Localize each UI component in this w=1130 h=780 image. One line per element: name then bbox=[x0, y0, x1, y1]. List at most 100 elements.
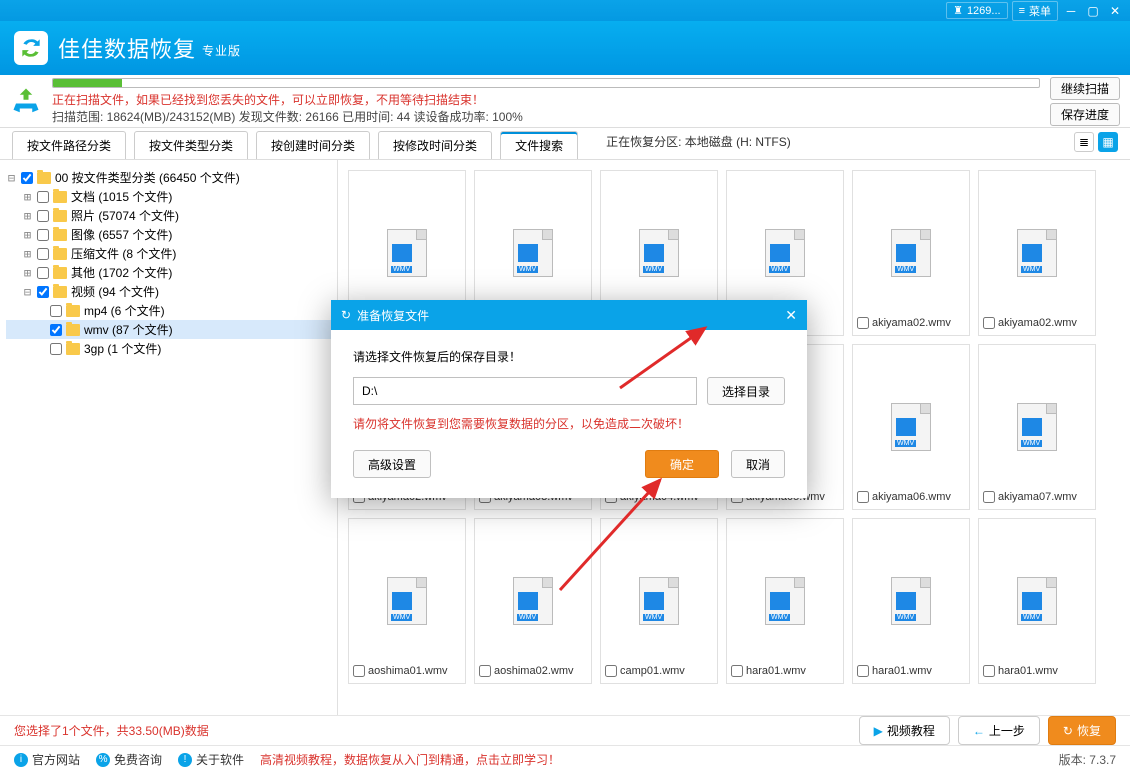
file-name-row: camp01.wmv bbox=[605, 665, 713, 677]
wmv-file-icon: WMV bbox=[891, 577, 931, 625]
dialog-ok-button[interactable]: 确定 bbox=[645, 450, 719, 478]
tree-root-label: 00 按文件类型分类 (66450 个文件) bbox=[55, 169, 240, 186]
user-icon: ♜ bbox=[953, 4, 963, 17]
file-name-row: akiyama06.wmv bbox=[857, 491, 965, 503]
free-consult-link[interactable]: %免费咨询 bbox=[96, 751, 162, 768]
official-site-link[interactable]: i官方网站 bbox=[14, 751, 80, 768]
wmv-file-icon: WMV bbox=[891, 229, 931, 277]
app-title: 佳佳数据恢复专业版 bbox=[58, 32, 241, 64]
file-name-label: hara01.wmv bbox=[998, 665, 1058, 677]
scan-progress-panel: 正在扫描文件，如果已经找到您丢失的文件，可以立即恢复，不用等待扫描结束！ 扫描范… bbox=[0, 75, 1130, 128]
chat-icon: % bbox=[96, 753, 110, 767]
recover-button[interactable]: ↻恢复 bbox=[1048, 716, 1116, 745]
file-name-label: akiyama07.wmv bbox=[998, 491, 1077, 503]
file-cell[interactable]: WMV akiyama02.wmv bbox=[978, 170, 1096, 336]
tab-file-search[interactable]: 文件搜索 bbox=[500, 131, 578, 159]
file-name-label: hara01.wmv bbox=[872, 665, 932, 677]
play-icon: ▶ bbox=[874, 724, 883, 738]
account-button[interactable]: ♜1269... bbox=[946, 2, 1008, 19]
wmv-file-icon: WMV bbox=[1017, 577, 1057, 625]
choose-dir-button[interactable]: 选择目录 bbox=[707, 377, 785, 405]
file-checkbox[interactable] bbox=[731, 665, 743, 677]
tab-by-path[interactable]: 按文件路径分类 bbox=[12, 131, 126, 159]
file-name-label: aoshima01.wmv bbox=[368, 665, 447, 677]
file-name-row: akiyama02.wmv bbox=[857, 317, 965, 329]
file-cell[interactable]: WMV hara01.wmv bbox=[852, 518, 970, 684]
wmv-file-icon: WMV bbox=[387, 577, 427, 625]
wmv-file-icon: WMV bbox=[639, 577, 679, 625]
prev-step-button[interactable]: ←上一步 bbox=[958, 716, 1040, 745]
tab-by-create-time[interactable]: 按创建时间分类 bbox=[256, 131, 370, 159]
file-checkbox[interactable] bbox=[983, 317, 995, 329]
file-cell[interactable]: WMV hara01.wmv bbox=[978, 518, 1096, 684]
wmv-file-icon: WMV bbox=[1017, 403, 1057, 451]
list-view-button[interactable]: ≣ bbox=[1074, 132, 1094, 152]
file-tree[interactable]: ⊟00 按文件类型分类 (66450 个文件) ⊞文档 (1015 个文件) ⊞… bbox=[0, 160, 338, 715]
tree-checkbox[interactable] bbox=[21, 172, 33, 184]
arrow-left-icon: ← bbox=[973, 724, 985, 738]
grid-view-button[interactable]: ▦ bbox=[1098, 132, 1118, 152]
file-checkbox[interactable] bbox=[479, 665, 491, 677]
tab-by-type[interactable]: 按文件类型分类 bbox=[134, 131, 248, 159]
scan-status-text: 正在扫描文件，如果已经找到您丢失的文件，可以立即恢复，不用等待扫描结束！ bbox=[52, 91, 1040, 108]
menu-button[interactable]: ≡菜单 bbox=[1012, 1, 1058, 21]
file-cell[interactable]: WMV akiyama07.wmv bbox=[978, 344, 1096, 510]
minimize-icon[interactable]: ─ bbox=[1062, 4, 1080, 18]
wmv-file-icon: WMV bbox=[513, 577, 553, 625]
advanced-settings-button[interactable]: 高级设置 bbox=[353, 450, 431, 478]
wmv-file-icon: WMV bbox=[639, 229, 679, 277]
file-checkbox[interactable] bbox=[857, 665, 869, 677]
file-cell[interactable]: WMV aoshima01.wmv bbox=[348, 518, 466, 684]
about-link[interactable]: !关于软件 bbox=[178, 751, 244, 768]
recover-dialog: ↻ 准备恢复文件 ✕ 请选择文件恢复后的保存目录！ 选择目录 请勿将文件恢复到您… bbox=[331, 300, 807, 498]
file-checkbox[interactable] bbox=[353, 665, 365, 677]
file-name-label: akiyama02.wmv bbox=[872, 317, 951, 329]
file-checkbox[interactable] bbox=[857, 317, 869, 329]
file-checkbox[interactable] bbox=[857, 491, 869, 503]
version-label: 版本: 7.3.7 bbox=[1059, 751, 1116, 768]
wmv-file-icon: WMV bbox=[765, 577, 805, 625]
save-progress-button[interactable]: 保存进度 bbox=[1050, 103, 1120, 126]
tab-by-modify-time[interactable]: 按修改时间分类 bbox=[378, 131, 492, 159]
save-path-input[interactable] bbox=[353, 377, 697, 405]
dialog-header: ↻ 准备恢复文件 ✕ bbox=[331, 300, 807, 330]
file-name-row: hara01.wmv bbox=[983, 665, 1091, 677]
progress-bar bbox=[52, 78, 1040, 88]
wmv-file-icon: WMV bbox=[765, 229, 805, 277]
footer-bar: i官方网站 %免费咨询 !关于软件 高清视频教程，数据恢复从入门到精通，点击立即… bbox=[0, 745, 1130, 773]
file-name-label: aoshima02.wmv bbox=[494, 665, 573, 677]
dialog-cancel-button[interactable]: 取消 bbox=[731, 450, 785, 478]
file-cell[interactable]: WMV camp01.wmv bbox=[600, 518, 718, 684]
menu-icon: ≡ bbox=[1019, 5, 1025, 17]
dialog-subtitle: 请选择文件恢复后的保存目录！ bbox=[353, 348, 785, 365]
wmv-file-icon: WMV bbox=[891, 403, 931, 451]
file-name-label: akiyama06.wmv bbox=[872, 491, 951, 503]
app-header: 佳佳数据恢复专业版 bbox=[0, 21, 1130, 75]
partition-label: 正在恢复分区: 本地磁盘 (H: NTFS) bbox=[606, 133, 791, 154]
dialog-close-icon[interactable]: ✕ bbox=[785, 307, 797, 324]
file-cell[interactable]: WMV aoshima02.wmv bbox=[474, 518, 592, 684]
file-name-row: aoshima01.wmv bbox=[353, 665, 461, 677]
file-checkbox[interactable] bbox=[983, 491, 995, 503]
file-checkbox[interactable] bbox=[605, 665, 617, 677]
file-name-label: akiyama02.wmv bbox=[998, 317, 1077, 329]
window-titlebar: ♜1269... ≡菜单 ─ ▢ ✕ bbox=[0, 0, 1130, 21]
expand-icon[interactable]: ⊟ bbox=[6, 171, 17, 185]
recycle-icon bbox=[10, 85, 42, 117]
file-cell[interactable]: WMVhara01.wmv bbox=[726, 518, 844, 684]
file-name-row: akiyama07.wmv bbox=[983, 491, 1091, 503]
file-cell[interactable]: WMV akiyama02.wmv bbox=[852, 170, 970, 336]
globe-icon: i bbox=[14, 753, 28, 767]
footer-promo[interactable]: 高清视频教程，数据恢复从入门到精通，点击立即学习！ bbox=[260, 751, 560, 768]
tab-bar: 按文件路径分类 按文件类型分类 按创建时间分类 按修改时间分类 文件搜索 正在恢… bbox=[0, 128, 1130, 160]
file-cell[interactable]: WMV akiyama06.wmv bbox=[852, 344, 970, 510]
continue-scan-button[interactable]: 继续扫描 bbox=[1050, 77, 1120, 100]
wmv-file-icon: WMV bbox=[1017, 229, 1057, 277]
close-icon[interactable]: ✕ bbox=[1106, 4, 1124, 18]
selection-summary: 您选择了1个文件，共33.50(MB)数据 bbox=[14, 722, 209, 739]
video-tutorial-button[interactable]: ▶视频教程 bbox=[859, 716, 950, 745]
file-checkbox[interactable] bbox=[983, 665, 995, 677]
dialog-icon: ↻ bbox=[341, 308, 351, 322]
file-name-row: aoshima02.wmv bbox=[479, 665, 587, 677]
maximize-icon[interactable]: ▢ bbox=[1084, 4, 1102, 18]
